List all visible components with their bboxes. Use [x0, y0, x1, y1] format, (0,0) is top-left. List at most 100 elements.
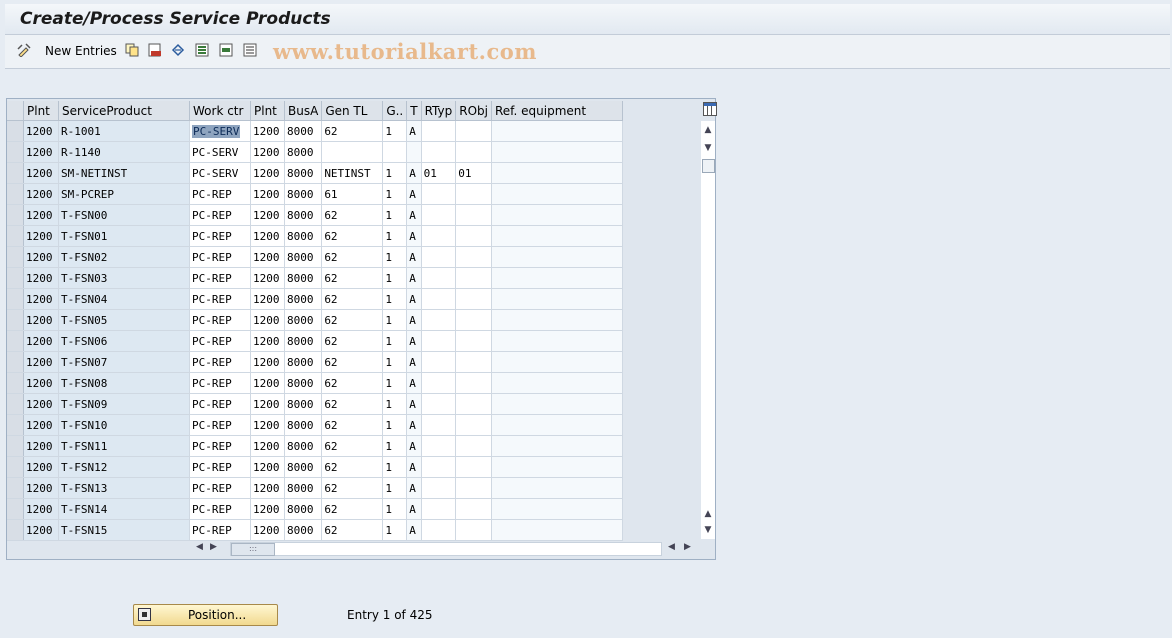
column-header-t[interactable]: T — [406, 101, 422, 121]
cell-rtyp[interactable] — [421, 267, 457, 289]
cell-t[interactable]: A — [406, 456, 422, 478]
cell-ref-equipment[interactable] — [491, 141, 623, 163]
cell-g[interactable]: 1 — [382, 519, 408, 541]
cell-g[interactable]: 1 — [382, 351, 408, 373]
column-header-g[interactable]: G.. — [382, 101, 408, 121]
row-selector[interactable] — [7, 519, 24, 541]
column-header-robj[interactable]: RObj — [455, 101, 492, 121]
cell-t[interactable]: A — [406, 498, 422, 520]
cell-g[interactable]: 1 — [382, 225, 408, 247]
new-entries-button[interactable]: New Entries — [45, 44, 117, 58]
row-selector[interactable] — [7, 477, 24, 499]
cell-t[interactable]: A — [406, 204, 422, 226]
row-selector[interactable] — [7, 162, 24, 184]
cell-gen-tl[interactable]: 62 — [321, 330, 384, 352]
row-selector[interactable] — [7, 435, 24, 457]
cell-busa[interactable]: 8000 — [284, 393, 323, 415]
cell-work-ctr[interactable]: PC-REP — [189, 267, 251, 289]
cell-g[interactable]: 1 — [382, 309, 408, 331]
cell-busa[interactable]: 8000 — [284, 414, 323, 436]
cell-plnt-2[interactable]: 1200 — [250, 162, 285, 184]
cell-busa[interactable]: 8000 — [284, 225, 323, 247]
cell-work-ctr[interactable]: PC-SERV — [189, 141, 251, 163]
cell-plnt-2[interactable]: 1200 — [250, 309, 285, 331]
cell-ref-equipment[interactable] — [491, 267, 623, 289]
cell-t[interactable]: A — [406, 267, 422, 289]
cell-g[interactable]: 1 — [382, 288, 408, 310]
cell-rtyp[interactable] — [421, 246, 457, 268]
cell-robj[interactable] — [455, 351, 492, 373]
row-selector[interactable] — [7, 204, 24, 226]
cell-gen-tl[interactable]: 62 — [321, 351, 384, 373]
cell-busa[interactable]: 8000 — [284, 246, 323, 268]
cell-work-ctr[interactable]: PC-REP — [189, 204, 251, 226]
cell-rtyp[interactable] — [421, 456, 457, 478]
cell-g[interactable]: 1 — [382, 477, 408, 499]
cell-robj[interactable] — [455, 372, 492, 394]
cell-rtyp[interactable] — [421, 309, 457, 331]
cell-ref-equipment[interactable] — [491, 498, 623, 520]
cell-ref-equipment[interactable] — [491, 288, 623, 310]
cell-plnt-2[interactable]: 1200 — [250, 351, 285, 373]
cell-gen-tl[interactable]: 61 — [321, 183, 384, 205]
cell-busa[interactable]: 8000 — [284, 267, 323, 289]
cell-work-ctr[interactable]: PC-REP — [189, 519, 251, 541]
cell-gen-tl[interactable]: 62 — [321, 225, 384, 247]
cell-ref-equipment[interactable] — [491, 456, 623, 478]
cell-busa[interactable]: 8000 — [284, 456, 323, 478]
column-header-plnt[interactable]: Plnt — [23, 101, 59, 121]
cell-g[interactable] — [382, 141, 408, 163]
cell-rtyp[interactable] — [421, 519, 457, 541]
scroll-up-icon[interactable]: ▲ — [701, 123, 715, 137]
cell-rtyp[interactable] — [421, 141, 457, 163]
cell-rtyp[interactable] — [421, 393, 457, 415]
cell-rtyp[interactable] — [421, 498, 457, 520]
cell-busa[interactable]: 8000 — [284, 519, 323, 541]
cell-robj[interactable] — [455, 225, 492, 247]
cell-gen-tl[interactable]: NETINST — [321, 162, 384, 184]
cell-robj[interactable] — [455, 141, 492, 163]
row-selector[interactable] — [7, 267, 24, 289]
select-all-column-header[interactable] — [7, 101, 24, 121]
cell-ref-equipment[interactable] — [491, 246, 623, 268]
cell-plnt-2[interactable]: 1200 — [250, 477, 285, 499]
cell-robj[interactable] — [455, 309, 492, 331]
cell-work-ctr[interactable]: PC-REP — [189, 498, 251, 520]
table-settings-icon[interactable] — [703, 102, 717, 116]
cell-ref-equipment[interactable] — [491, 162, 623, 184]
cell-work-ctr[interactable]: PC-REP — [189, 309, 251, 331]
row-selector[interactable] — [7, 141, 24, 163]
cell-rtyp[interactable] — [421, 351, 457, 373]
scroll-left-icon[interactable]: ◀ — [196, 542, 203, 552]
column-header-work-ctr[interactable]: Work ctr — [189, 101, 251, 121]
cell-gen-tl[interactable]: 62 — [321, 267, 384, 289]
cell-robj[interactable] — [455, 330, 492, 352]
cell-t[interactable]: A — [406, 351, 422, 373]
cell-rtyp[interactable]: 01 — [421, 162, 457, 184]
cell-work-ctr[interactable]: PC-REP — [189, 225, 251, 247]
cell-gen-tl[interactable]: 62 — [321, 246, 384, 268]
cell-g[interactable]: 1 — [382, 414, 408, 436]
cell-robj[interactable] — [455, 393, 492, 415]
cell-busa[interactable]: 8000 — [284, 183, 323, 205]
cell-work-ctr[interactable]: PC-REP — [189, 246, 251, 268]
column-header-busa[interactable]: BusA — [284, 101, 323, 121]
cell-robj[interactable] — [455, 204, 492, 226]
cell-rtyp[interactable] — [421, 435, 457, 457]
cell-robj[interactable] — [455, 435, 492, 457]
row-selector[interactable] — [7, 414, 24, 436]
cell-ref-equipment[interactable] — [491, 204, 623, 226]
cell-gen-tl[interactable]: 62 — [321, 477, 384, 499]
page-down-icon[interactable]: ▼ — [701, 141, 715, 155]
cell-rtyp[interactable] — [421, 288, 457, 310]
cell-gen-tl[interactable]: 62 — [321, 435, 384, 457]
cell-rtyp[interactable] — [421, 414, 457, 436]
column-header-gen-tl[interactable]: Gen TL — [321, 101, 384, 121]
row-selector[interactable] — [7, 330, 24, 352]
row-selector[interactable] — [7, 498, 24, 520]
cell-g[interactable]: 1 — [382, 162, 408, 184]
cell-robj[interactable] — [455, 477, 492, 499]
cell-plnt-2[interactable]: 1200 — [250, 246, 285, 268]
scroll-right-icon[interactable]: ▶ — [210, 542, 217, 552]
cell-t[interactable]: A — [406, 288, 422, 310]
